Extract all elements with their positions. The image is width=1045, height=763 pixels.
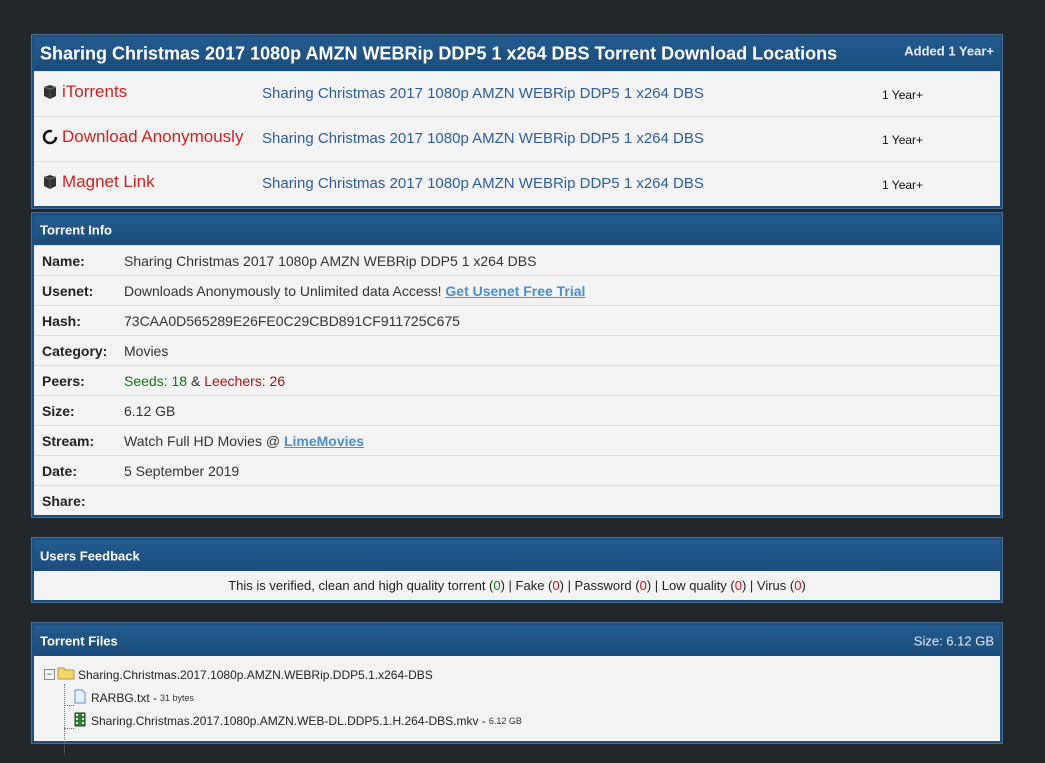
hash-value: 73CAA0D565289E26FE0C29CBD891CF911725C675 — [124, 313, 460, 329]
torrent-files-header: Torrent Files Size: 6.12 GB — [34, 625, 1000, 656]
seeds-count: Seeds: 18 — [124, 373, 188, 389]
stream-label: Stream: — [42, 433, 95, 449]
info-row-name: Name: Sharing Christmas 2017 1080p AMZN … — [34, 245, 1000, 275]
torrent-info-panel: Torrent Info Name: Sharing Christmas 201… — [32, 213, 1002, 517]
download-anonymously-age: 1 Year+ — [882, 133, 924, 147]
feedback-fake-label: ) | Fake ( — [500, 578, 553, 593]
limemovies-link[interactable]: LimeMovies — [284, 433, 364, 449]
date-value: 5 September 2019 — [124, 463, 240, 479]
feedback-virus-label: ) | Virus ( — [741, 578, 795, 593]
file-size: 6.12 GB — [488, 716, 522, 726]
download-anonymously-torrent-link[interactable]: Sharing Christmas 2017 1080p AMZN WEBRip… — [262, 130, 704, 147]
video-file-icon — [74, 712, 86, 730]
file-size: 31 bytes — [160, 693, 195, 703]
file-name[interactable]: Sharing.Christmas.2017.1080p.AMZN.WEB-DL… — [91, 714, 486, 728]
feedback-password-label: ) | Password ( — [559, 578, 640, 593]
file-row: RARBG.txt - 31 bytes — [74, 689, 194, 707]
stream-text: Watch Full HD Movies @ — [124, 433, 284, 449]
share-label: Share: — [42, 493, 86, 509]
info-row-peers: Peers: Seeds: 18 & Leechers: 26 — [34, 365, 1000, 395]
itorrents-torrent-link[interactable]: Sharing Christmas 2017 1080p AMZN WEBRip… — [262, 85, 704, 102]
download-anonymously-link[interactable]: Download Anonymously — [62, 127, 243, 147]
info-row-category: Category: Movies — [34, 335, 1000, 365]
spinner-icon — [42, 129, 58, 145]
tree-connector — [64, 705, 74, 706]
download-locations-title: Sharing Christmas 2017 1080p AMZN WEBRip… — [40, 43, 838, 64]
location-row-download-anonymously: Download Anonymously Sharing Christmas 2… — [34, 116, 1000, 161]
users-feedback-panel: Users Feedback This is verified, clean a… — [32, 538, 1002, 602]
leechers-count: Leechers: 26 — [204, 373, 286, 389]
feedback-close-paren: ) — [801, 578, 806, 593]
info-row-share: Share: — [34, 485, 1000, 515]
feedback-low-quality-count: 0 — [734, 578, 742, 593]
torrent-info-title: Torrent Info — [40, 222, 112, 238]
feedback-summary: This is verified, clean and high quality… — [34, 571, 1000, 593]
peers-separator: & — [187, 373, 205, 389]
folder-name[interactable]: Sharing.Christmas.2017.1080p.AMZN.WEBRip… — [78, 668, 433, 682]
torrent-files-panel: Torrent Files Size: 6.12 GB − Sharing.Ch… — [32, 623, 1002, 754]
torrent-files-title: Torrent Files — [40, 633, 118, 648]
itorrents-age: 1 Year+ — [882, 88, 924, 102]
torrent-info-header: Torrent Info — [34, 215, 1000, 245]
feedback-verified-label: This is verified, clean and high quality… — [228, 578, 494, 593]
feedback-low-quality-label: ) | Low quality ( — [646, 578, 735, 593]
hash-label: Hash: — [42, 313, 81, 329]
tree-connector — [64, 684, 65, 754]
name-label: Name: — [42, 253, 85, 269]
info-row-hash: Hash: 73CAA0D565289E26FE0C29CBD891CF9117… — [34, 305, 1000, 335]
location-row-magnet-link: Magnet Link Sharing Christmas 2017 1080p… — [34, 161, 1000, 206]
stream-value: Watch Full HD Movies @ LimeMovies — [124, 433, 364, 449]
location-row-itorrents: iTorrents Sharing Christmas 2017 1080p A… — [34, 71, 1000, 116]
category-label: Category: — [42, 343, 108, 359]
usenet-trial-link[interactable]: Get Usenet Free Trial — [445, 283, 585, 299]
tree-connector — [64, 728, 74, 729]
collapse-toggle-icon[interactable]: − — [44, 669, 55, 680]
folder-row: − Sharing.Christmas.2017.1080p.AMZN.WEBR… — [44, 666, 433, 683]
box-icon — [42, 174, 58, 190]
file-name[interactable]: RARBG.txt - — [91, 691, 157, 705]
magnet-age: 1 Year+ — [882, 178, 924, 192]
download-locations-header: Sharing Christmas 2017 1080p AMZN WEBRip… — [34, 37, 1000, 71]
magnet-torrent-link[interactable]: Sharing Christmas 2017 1080p AMZN WEBRip… — [262, 175, 704, 192]
usenet-label: Usenet: — [42, 283, 94, 299]
peers-label: Peers: — [42, 373, 85, 389]
peers-value: Seeds: 18 & Leechers: 26 — [124, 373, 285, 389]
added-age-label: Added 1 Year+ — [904, 43, 994, 59]
torrent-files-size: Size: 6.12 GB — [913, 633, 994, 648]
itorrents-link[interactable]: iTorrents — [62, 82, 127, 102]
users-feedback-header: Users Feedback — [34, 540, 1000, 571]
text-file-icon — [74, 689, 86, 707]
box-icon — [42, 84, 58, 100]
info-row-usenet: Usenet: Downloads Anonymously to Unlimit… — [34, 275, 1000, 305]
feedback-verified-count: 0 — [493, 578, 501, 593]
info-row-stream: Stream: Watch Full HD Movies @ LimeMovie… — [34, 425, 1000, 455]
usenet-value: Downloads Anonymously to Unlimited data … — [124, 283, 585, 299]
download-locations-panel: Sharing Christmas 2017 1080p AMZN WEBRip… — [32, 35, 1002, 208]
info-row-size: Size: 6.12 GB — [34, 395, 1000, 425]
file-row: Sharing.Christmas.2017.1080p.AMZN.WEB-DL… — [74, 712, 522, 730]
date-label: Date: — [42, 463, 78, 479]
usenet-text: Downloads Anonymously to Unlimited data … — [124, 283, 446, 299]
feedback-password-count: 0 — [639, 578, 647, 593]
size-value: 6.12 GB — [124, 403, 176, 419]
name-value: Sharing Christmas 2017 1080p AMZN WEBRip… — [124, 253, 537, 269]
info-row-date: Date: 5 September 2019 — [34, 455, 1000, 485]
feedback-fake-count: 0 — [552, 578, 560, 593]
size-label: Size: — [42, 403, 75, 419]
category-value: Movies — [124, 343, 169, 359]
users-feedback-title: Users Feedback — [40, 548, 140, 563]
magnet-link[interactable]: Magnet Link — [62, 172, 155, 192]
folder-icon — [57, 666, 75, 683]
